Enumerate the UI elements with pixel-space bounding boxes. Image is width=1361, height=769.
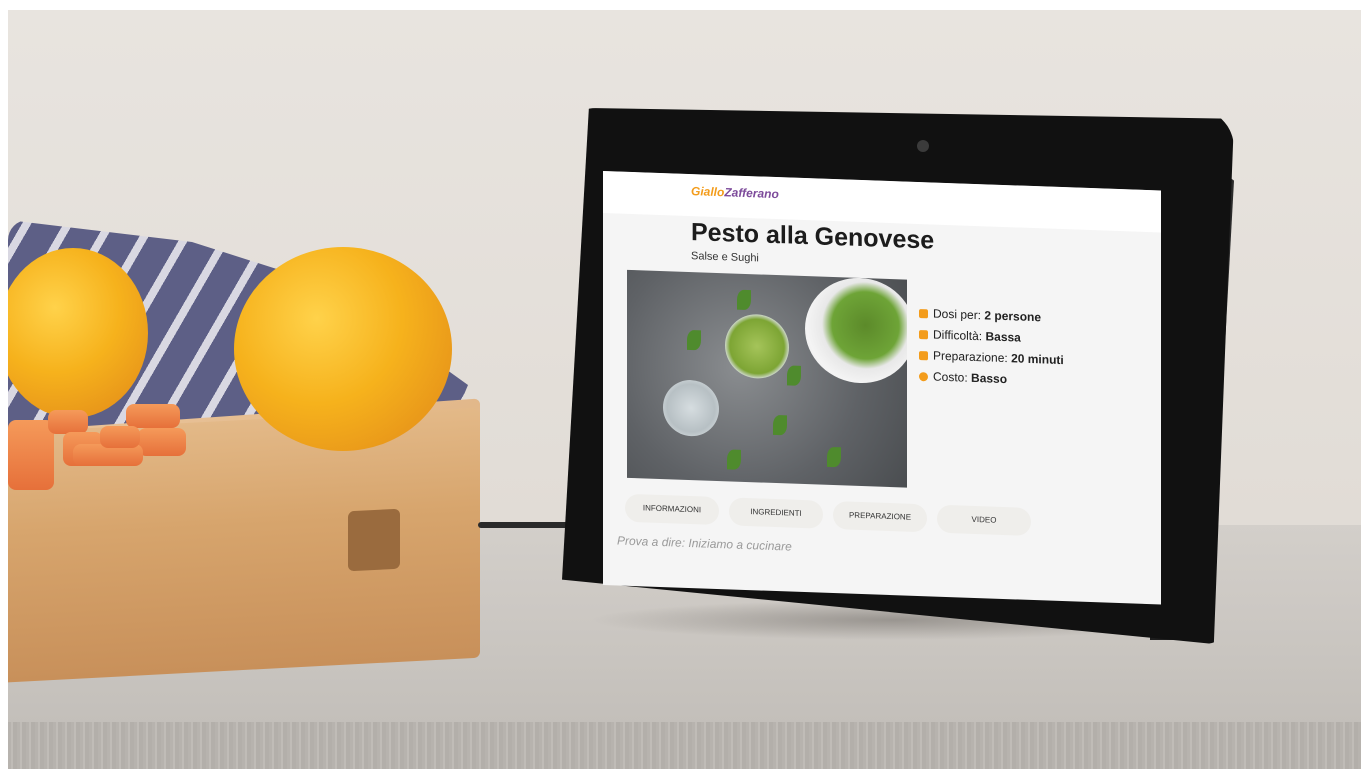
- carrot-piece: [126, 404, 180, 428]
- tab-video[interactable]: VIDEO: [937, 504, 1031, 536]
- timer-icon: [919, 351, 928, 361]
- voice-hint: Prova a dire: Iniziamo a cucinare: [617, 533, 792, 554]
- detail-label: Difficoltà:: [933, 327, 983, 344]
- detail-value: Basso: [971, 370, 1008, 387]
- tab-preparazione[interactable]: PREPARAZIONE: [833, 501, 927, 533]
- basil-leaf: [727, 449, 741, 470]
- recipe-details: Dosi per: 2 persone Difficoltà: Bassa Pr…: [919, 306, 1064, 395]
- detail-label: Costo:: [933, 369, 968, 385]
- recipe-card: GialloZafferano Pesto alla Genovese Sals…: [603, 171, 1161, 604]
- pesto-bowl: [725, 313, 789, 380]
- basil-leaf: [687, 329, 701, 351]
- recipe-title: Pesto alla Genovese: [691, 218, 935, 255]
- basil-leaf: [737, 289, 751, 311]
- carrot-piece: [100, 426, 140, 448]
- detail-label: Preparazione:: [933, 348, 1008, 366]
- recipe-photo: [627, 269, 907, 488]
- carrot-piece: [8, 420, 54, 490]
- detail-value: 20 minuti: [1011, 351, 1064, 368]
- smart-display-screen[interactable]: GialloZafferano Pesto alla Genovese Sals…: [603, 171, 1161, 605]
- orange-right: [234, 247, 452, 451]
- empty-glass-bowl: [663, 379, 719, 438]
- detail-value: 2 persone: [984, 308, 1042, 325]
- chef-hat-icon: [919, 330, 928, 340]
- logo-part-b: Zafferano: [724, 185, 779, 202]
- basil-leaf: [827, 446, 841, 468]
- detail-servings: Dosi per: 2 persone: [919, 306, 1064, 325]
- detail-prep-time: Preparazione: 20 minuti: [919, 348, 1064, 367]
- detail-cost: Costo: Basso: [919, 369, 1064, 388]
- coin-icon: [919, 372, 928, 382]
- detail-label: Dosi per:: [933, 306, 982, 323]
- detail-value: Bassa: [985, 329, 1021, 345]
- tab-ingredienti[interactable]: INGREDIENTI: [729, 497, 823, 529]
- tab-informazioni[interactable]: INFORMAZIONI: [625, 493, 719, 526]
- logo-part-a: Giallo: [691, 184, 725, 200]
- detail-difficulty: Difficoltà: Bassa: [919, 327, 1064, 346]
- basil-leaf: [787, 365, 801, 386]
- carrot-piece: [48, 410, 88, 434]
- cutting-board-handle: [348, 508, 400, 572]
- recipe-category: Salse e Sughi: [691, 250, 759, 265]
- camera-icon: [917, 140, 929, 152]
- serving-icon: [919, 309, 928, 319]
- mortar-with-pesto: [805, 276, 907, 385]
- carrot-piece: [138, 428, 186, 456]
- basil-leaf: [773, 414, 787, 436]
- counter-edge: [8, 722, 1361, 769]
